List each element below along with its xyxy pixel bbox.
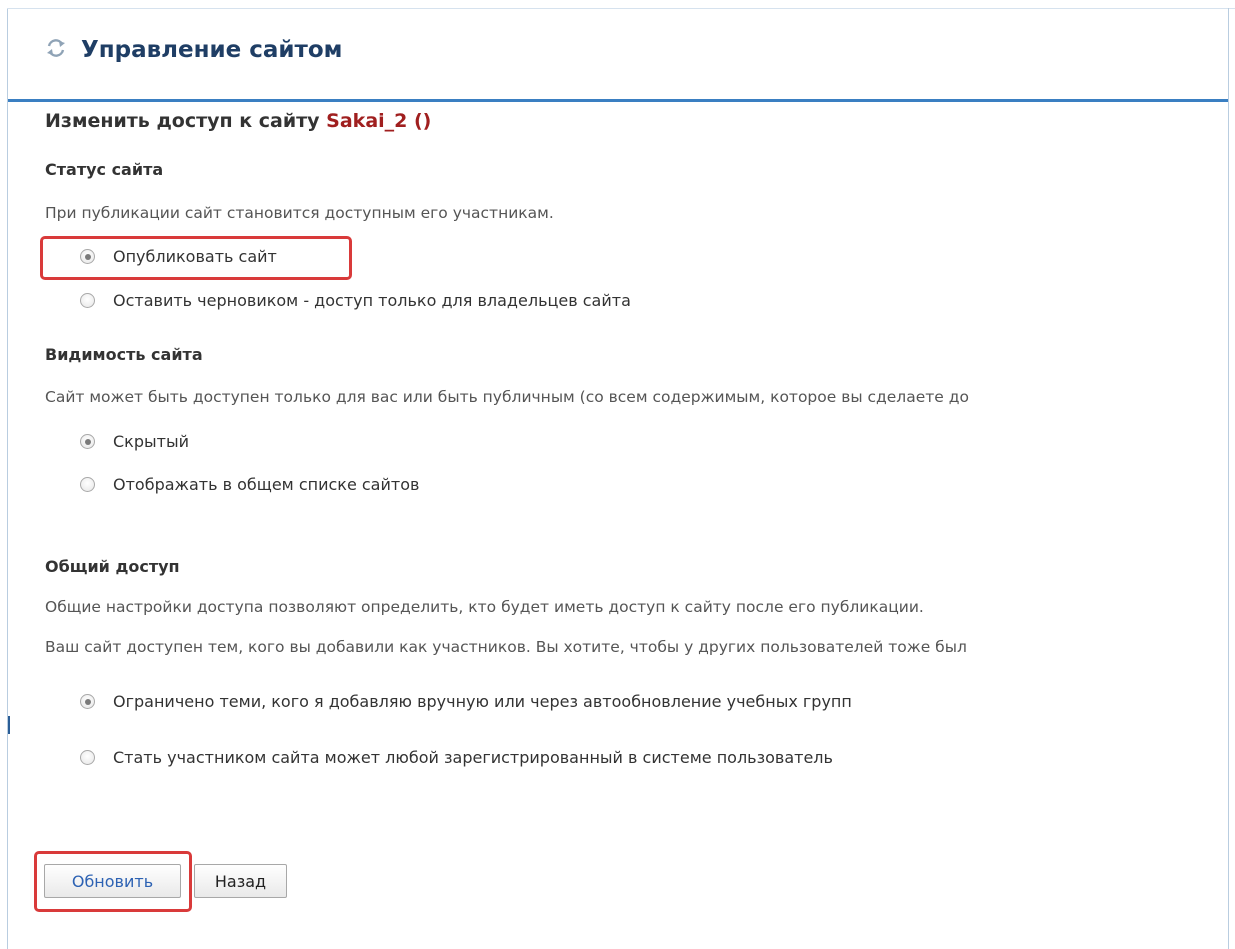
hidden-site-radio[interactable] xyxy=(80,434,95,449)
update-button[interactable]: Обновить xyxy=(44,864,181,898)
site-name: Sakai_2 () xyxy=(326,110,432,132)
restricted-access-label: Ограничено теми, кого я добавляю вручную… xyxy=(113,692,852,711)
open-join-label: Стать участником сайта может любой зарег… xyxy=(113,748,833,767)
page-title: Управление сайтом xyxy=(81,37,343,63)
hidden-site-label: Скрытый xyxy=(113,432,189,451)
restricted-access-radio[interactable] xyxy=(80,694,95,709)
listed-site-radio[interactable] xyxy=(80,477,95,492)
subtitle-prefix: Изменить доступ к сайту xyxy=(45,110,320,132)
hidden-site-option[interactable]: Скрытый xyxy=(80,432,189,451)
publish-site-label: Опубликовать сайт xyxy=(113,247,277,266)
publish-site-radio[interactable] xyxy=(80,249,95,264)
status-description: При публикации сайт становится доступным… xyxy=(45,204,554,222)
visibility-heading: Видимость сайта xyxy=(45,345,203,364)
global-access-description-1: Общие настройки доступа позволяют опреде… xyxy=(45,598,924,616)
frame-left-border xyxy=(7,8,8,949)
frame-right-border xyxy=(1228,8,1229,949)
refresh-arrows-icon xyxy=(45,37,81,63)
open-join-option[interactable]: Стать участником сайта может любой зарег… xyxy=(80,748,833,767)
global-access-description-2: Ваш сайт доступен тем, кого вы добавили … xyxy=(45,638,967,656)
frame-top-border xyxy=(7,8,1235,9)
status-heading: Статус сайта xyxy=(45,160,164,179)
back-button[interactable]: Назад xyxy=(194,864,287,898)
page-subtitle: Изменить доступ к сайту Sakai_2 () xyxy=(45,110,431,132)
listed-site-label: Отображать в общем списке сайтов xyxy=(113,475,420,494)
restricted-access-option[interactable]: Ограничено теми, кого я добавляю вручную… xyxy=(80,692,852,711)
visibility-description: Сайт может быть доступен только для вас … xyxy=(45,388,969,406)
draft-site-label: Оставить черновиком - доступ только для … xyxy=(113,291,631,310)
draft-site-option[interactable]: Оставить черновиком - доступ только для … xyxy=(80,291,631,310)
frame-edge-mark xyxy=(8,716,10,734)
header-divider xyxy=(8,99,1228,102)
global-access-heading: Общий доступ xyxy=(45,557,180,576)
draft-site-radio[interactable] xyxy=(80,293,95,308)
page-header: Управление сайтом xyxy=(45,30,342,70)
listed-site-option[interactable]: Отображать в общем списке сайтов xyxy=(80,475,419,494)
publish-site-option[interactable]: Опубликовать сайт xyxy=(80,247,277,266)
open-join-radio[interactable] xyxy=(80,750,95,765)
